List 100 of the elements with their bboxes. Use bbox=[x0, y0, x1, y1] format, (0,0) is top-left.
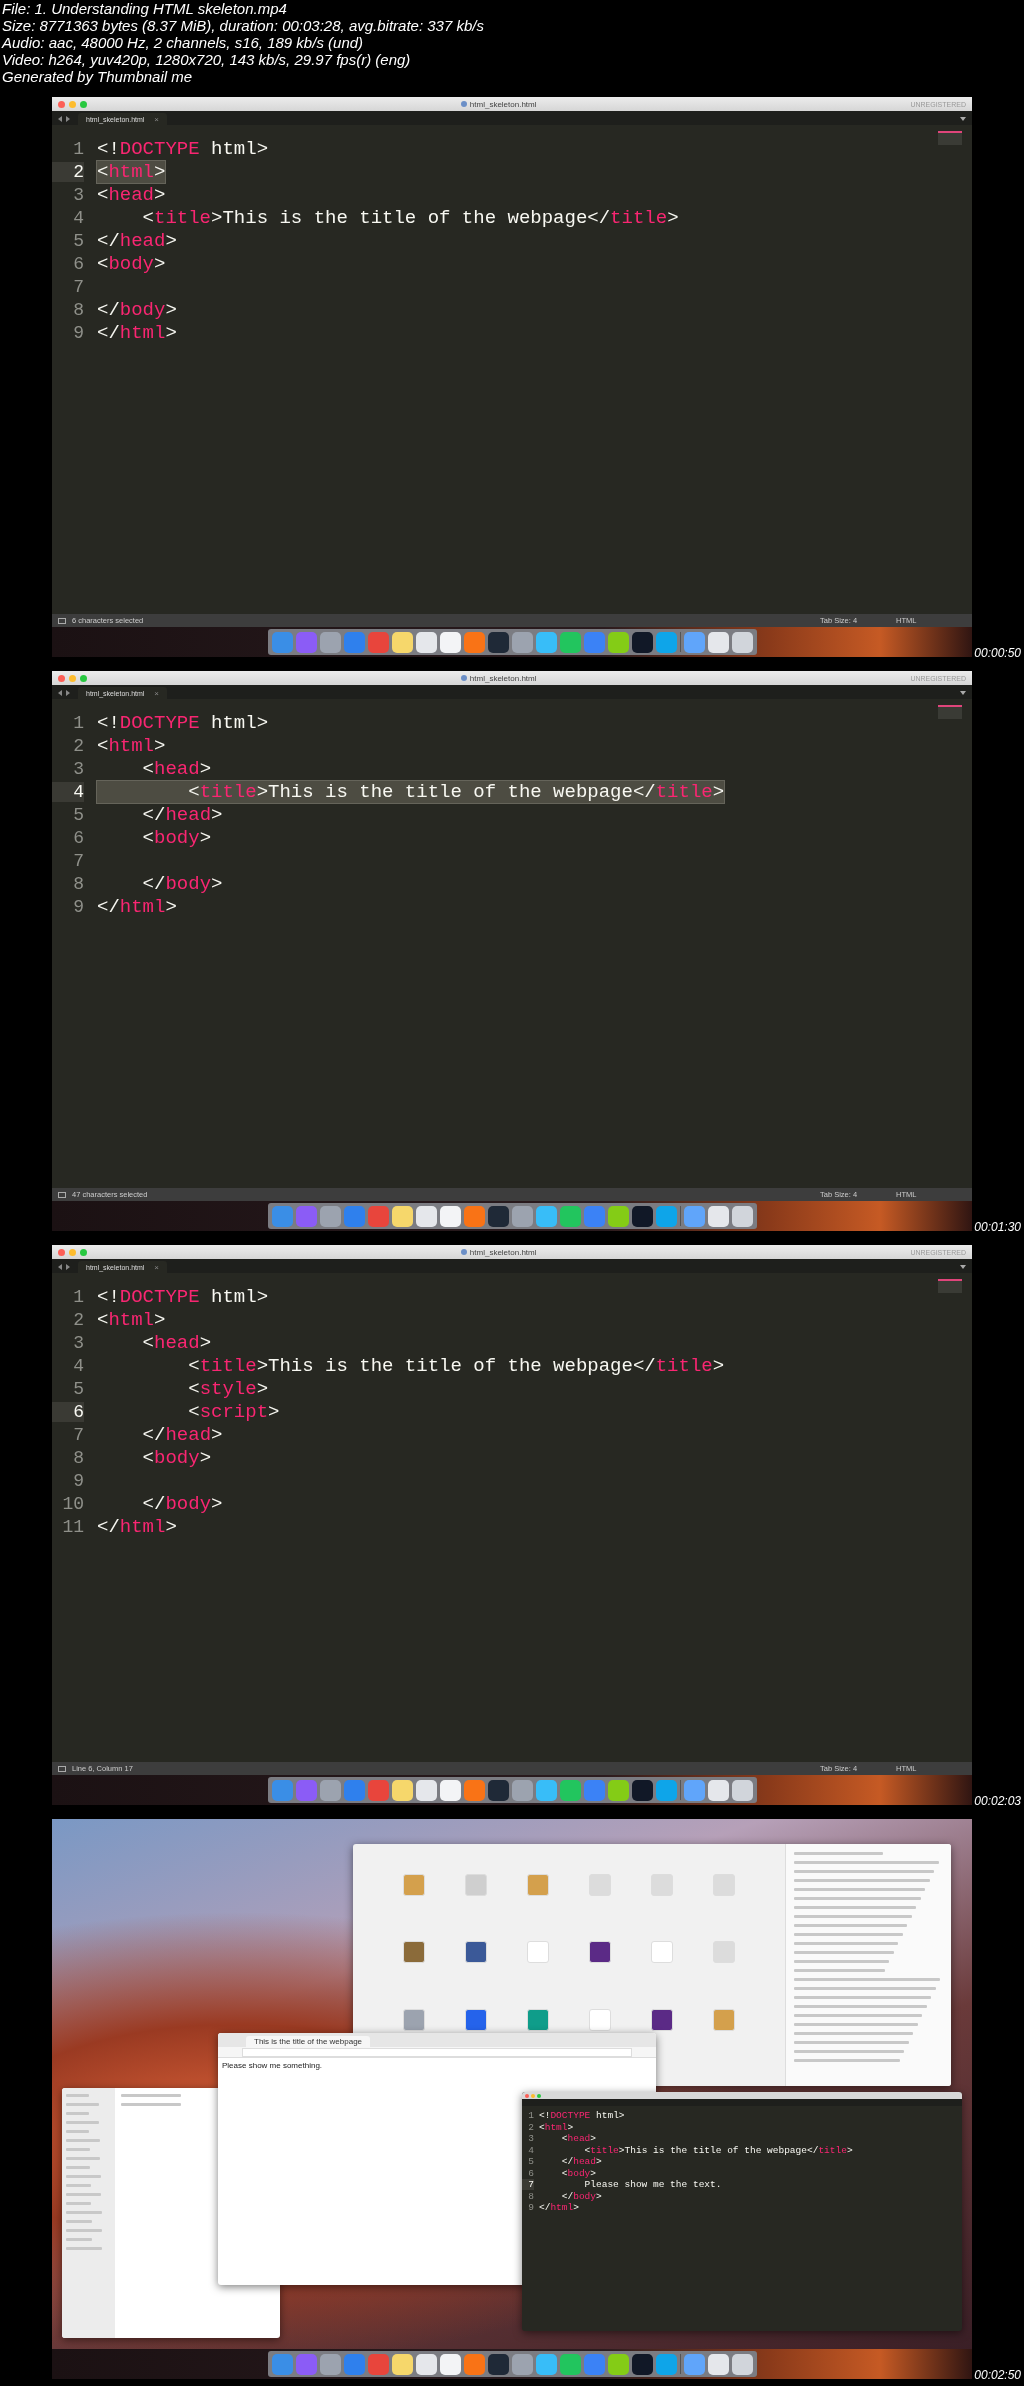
line-number: 5 bbox=[527, 2156, 534, 2168]
line-number: 8 bbox=[72, 873, 84, 894]
address-field[interactable] bbox=[242, 2047, 632, 2057]
app-icon[interactable] bbox=[487, 2353, 509, 2375]
browser-tab[interactable]: This is the title of the webpage bbox=[246, 2036, 371, 2047]
file-info-text: Video: h264, yuv420p, 1280x720, 143 kb/s, 29.97 fps(r) (eng) bbox=[2, 51, 412, 68]
line-number: 6 bbox=[72, 253, 84, 274]
app-icon[interactable] bbox=[707, 1205, 729, 1227]
close-icon[interactable] bbox=[58, 674, 65, 682]
close-icon[interactable]: × bbox=[154, 688, 160, 698]
code-line: <head> bbox=[141, 1331, 212, 1354]
maximize-icon[interactable] bbox=[80, 100, 87, 108]
caret-icon[interactable] bbox=[960, 691, 966, 695]
close-icon[interactable] bbox=[58, 100, 65, 108]
app-icon[interactable] bbox=[731, 1779, 753, 1801]
code-line: </body> bbox=[141, 1492, 223, 1515]
minimize-icon[interactable] bbox=[69, 1248, 76, 1256]
app-icon[interactable] bbox=[731, 1205, 753, 1227]
code-line: <head> bbox=[97, 183, 166, 206]
app-icon[interactable] bbox=[607, 1205, 629, 1227]
app-icon[interactable] bbox=[607, 2353, 629, 2375]
app-icon[interactable] bbox=[439, 631, 461, 653]
app-icon[interactable] bbox=[707, 2353, 729, 2375]
app-icon[interactable] bbox=[731, 2353, 753, 2375]
line-number: 3 bbox=[72, 184, 84, 205]
app-icon[interactable] bbox=[439, 1779, 461, 1801]
app-icon[interactable] bbox=[487, 1205, 509, 1227]
bookmark-icon[interactable] bbox=[465, 1941, 487, 1964]
minimize-icon[interactable] bbox=[69, 674, 76, 682]
line-number: 6 bbox=[72, 827, 84, 848]
app-icon[interactable] bbox=[391, 2353, 413, 2375]
app-icon[interactable] bbox=[607, 1779, 629, 1801]
app-icon[interactable] bbox=[391, 1205, 413, 1227]
close-icon[interactable]: × bbox=[154, 1262, 160, 1272]
bookmark-icon[interactable] bbox=[403, 1941, 425, 1964]
code-line: </head> bbox=[560, 2156, 602, 2168]
line-number: 8 bbox=[527, 2190, 534, 2202]
line-number: 2 bbox=[72, 1309, 84, 1330]
caret-icon[interactable] bbox=[960, 1265, 966, 1269]
window-title: html_skeleton.html bbox=[469, 1247, 537, 1257]
arrow-icon[interactable] bbox=[58, 1264, 70, 1270]
app-icon[interactable] bbox=[707, 1779, 729, 1801]
close-icon[interactable] bbox=[58, 1248, 65, 1256]
panel-icon[interactable] bbox=[58, 1765, 66, 1772]
line-number: 8 bbox=[72, 299, 84, 320]
code-line: <html> bbox=[97, 1308, 166, 1331]
app-icon[interactable] bbox=[415, 1779, 437, 1801]
app-icon[interactable] bbox=[439, 1205, 461, 1227]
code-line: </html> bbox=[97, 895, 177, 918]
line-number: 4 bbox=[52, 781, 84, 802]
file-icon bbox=[460, 675, 467, 681]
app-icon[interactable] bbox=[535, 2353, 557, 2375]
maximize-icon[interactable] bbox=[80, 674, 87, 682]
app-icon[interactable] bbox=[415, 1205, 437, 1227]
timestamp: 00:00:50 bbox=[974, 646, 1021, 660]
app-icon[interactable] bbox=[535, 1205, 557, 1227]
minimize-icon[interactable] bbox=[69, 100, 76, 108]
code-line: </html> bbox=[97, 1515, 177, 1538]
arrow-icon[interactable] bbox=[58, 690, 70, 696]
caret-icon[interactable] bbox=[960, 117, 966, 121]
app-icon[interactable] bbox=[415, 631, 437, 653]
maximize-icon[interactable] bbox=[80, 1248, 87, 1256]
app-icon[interactable] bbox=[487, 631, 509, 653]
line-number: 1 bbox=[527, 2110, 534, 2122]
code-line: </body> bbox=[141, 872, 223, 895]
code-line: <!DOCTYPE html> bbox=[539, 2110, 625, 2122]
line-number: 7 bbox=[72, 1424, 84, 1445]
app-icon[interactable] bbox=[391, 631, 413, 653]
app-icon[interactable] bbox=[535, 631, 557, 653]
app-icon[interactable] bbox=[535, 1779, 557, 1801]
line-number: 4 bbox=[72, 1355, 84, 1376]
app-icon[interactable] bbox=[631, 1205, 653, 1227]
bookmark-icon[interactable] bbox=[589, 1941, 611, 1964]
code-line: <style> bbox=[187, 1377, 269, 1400]
app-icon[interactable] bbox=[415, 2353, 437, 2375]
app-icon[interactable] bbox=[487, 1779, 509, 1801]
panel-icon[interactable] bbox=[58, 1191, 66, 1198]
bookmark-icon[interactable] bbox=[465, 2008, 487, 2031]
app-icon[interactable] bbox=[731, 631, 753, 653]
line-number: 9 bbox=[527, 2202, 534, 2214]
file-info-text: File: 1. Understanding HTML skeleton.mp4 bbox=[2, 0, 288, 17]
code-line: </html> bbox=[97, 321, 177, 344]
close-icon[interactable]: × bbox=[154, 114, 160, 124]
line-number: 7 bbox=[72, 850, 84, 871]
code-line: <script> bbox=[187, 1400, 280, 1423]
file-icon bbox=[460, 101, 467, 107]
minimap-drawing bbox=[938, 1279, 962, 1293]
arrow-icon[interactable] bbox=[58, 116, 70, 122]
bookmark-icon[interactable] bbox=[651, 2008, 673, 2031]
app-icon[interactable] bbox=[631, 2353, 653, 2375]
app-icon[interactable] bbox=[607, 631, 629, 653]
panel-icon[interactable] bbox=[58, 617, 66, 624]
line-number: 3 bbox=[72, 758, 84, 779]
app-icon[interactable] bbox=[631, 631, 653, 653]
code-line: <html> bbox=[97, 734, 166, 757]
app-icon[interactable] bbox=[707, 631, 729, 653]
file-icon bbox=[460, 1249, 467, 1255]
app-icon[interactable] bbox=[391, 1779, 413, 1801]
app-icon[interactable] bbox=[439, 2353, 461, 2375]
app-icon[interactable] bbox=[631, 1779, 653, 1801]
